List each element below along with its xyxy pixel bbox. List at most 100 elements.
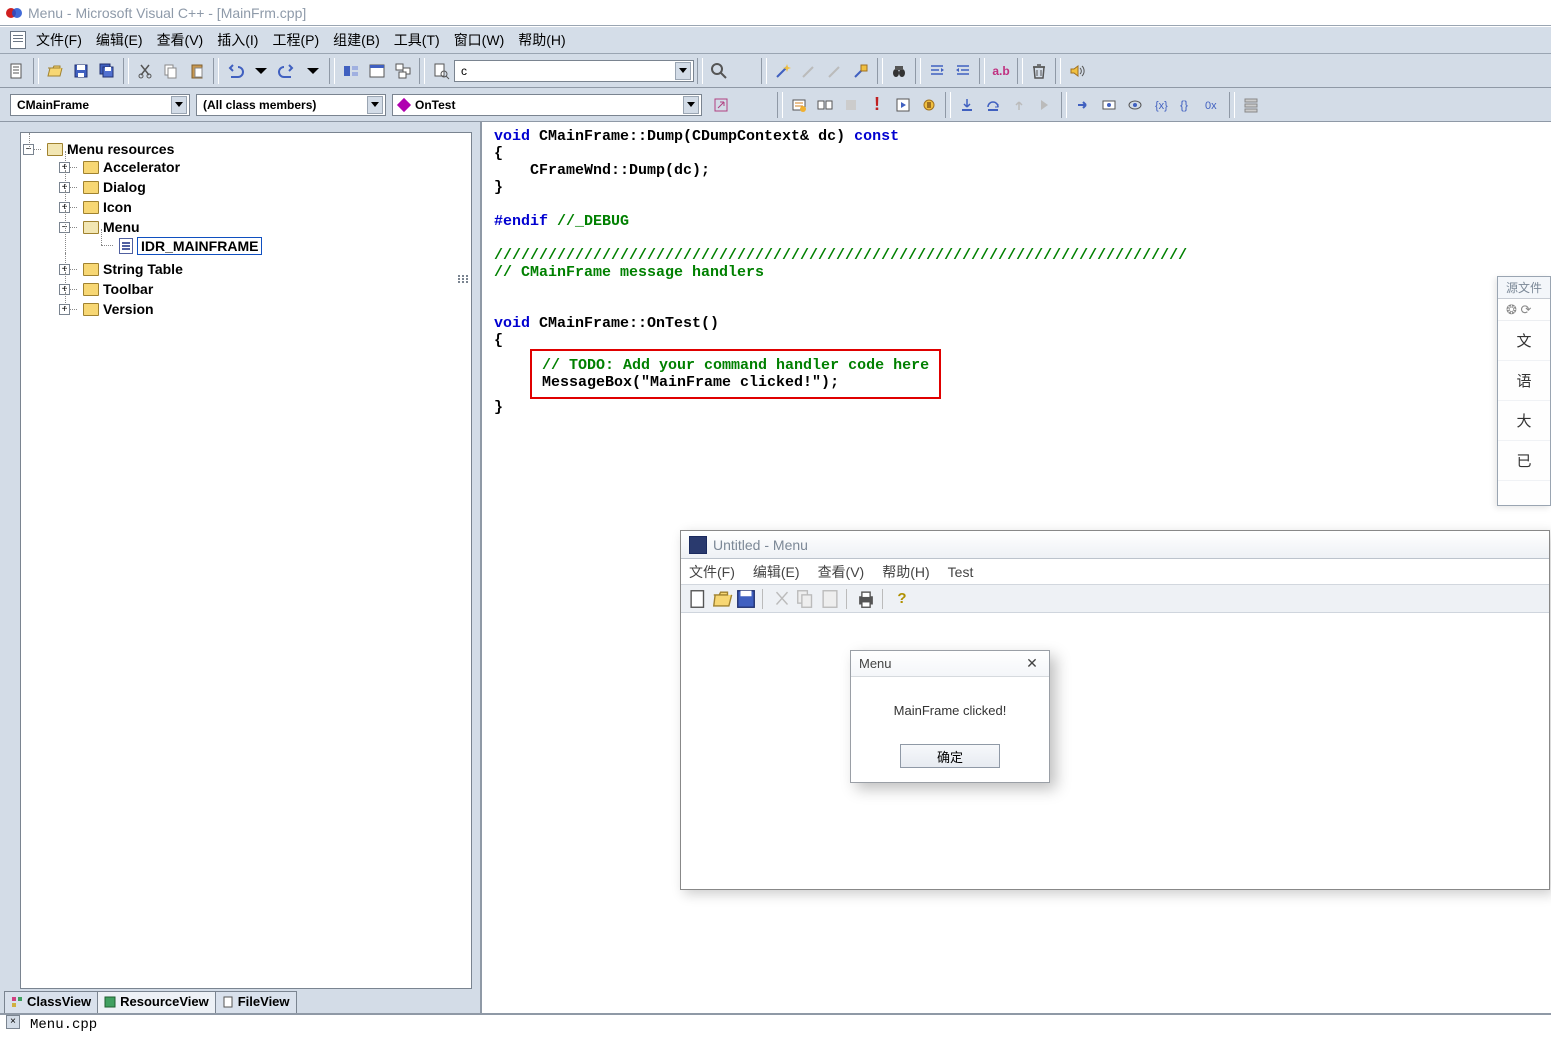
messagebox-ok-button[interactable]: 确定 bbox=[900, 744, 1000, 768]
side-panel-title: 源文件 bbox=[1498, 277, 1550, 299]
messagebox-close-icon[interactable]: ✕ bbox=[1023, 655, 1041, 673]
messagebox-titlebar[interactable]: Menu ✕ bbox=[851, 651, 1049, 677]
menu-file[interactable]: 文件(F) bbox=[36, 30, 82, 50]
step-over-icon[interactable] bbox=[981, 93, 1005, 117]
menu-insert[interactable]: 插入(I) bbox=[217, 30, 258, 50]
app-menu-file[interactable]: 文件(F) bbox=[689, 562, 735, 582]
function-combo[interactable]: OnTest bbox=[392, 94, 702, 116]
find-icon[interactable] bbox=[707, 59, 731, 83]
tree-version[interactable]: Version bbox=[103, 301, 154, 317]
open-icon[interactable] bbox=[43, 59, 67, 83]
undo-icon[interactable] bbox=[223, 59, 247, 83]
tab-fileview[interactable]: FileView bbox=[215, 991, 297, 1013]
app-new-icon[interactable] bbox=[687, 588, 709, 610]
memory-icon[interactable]: 0x bbox=[1201, 93, 1225, 117]
menu-tools[interactable]: 工具(T) bbox=[394, 30, 440, 50]
speaker-icon[interactable] bbox=[1065, 59, 1089, 83]
collapse-icon[interactable]: − bbox=[59, 222, 70, 233]
indent-more-icon[interactable] bbox=[951, 59, 975, 83]
side-row-1[interactable]: 文 bbox=[1498, 321, 1550, 361]
wand-stack-icon[interactable] bbox=[849, 59, 873, 83]
app-menu-edit[interactable]: 编辑(E) bbox=[753, 562, 800, 582]
dropdown-arrow-icon[interactable] bbox=[683, 96, 699, 114]
dropdown-arrow-icon[interactable] bbox=[675, 62, 691, 80]
tab-resourceview[interactable]: ResourceView bbox=[97, 991, 216, 1013]
tree-menu-item[interactable]: IDR_MAINFRAME bbox=[137, 237, 262, 255]
menu-view[interactable]: 查看(V) bbox=[157, 30, 204, 50]
app-save-icon[interactable] bbox=[735, 588, 757, 610]
arrow-right-icon[interactable] bbox=[1071, 93, 1095, 117]
registers-icon[interactable]: {} bbox=[1175, 93, 1199, 117]
tab-classview[interactable]: ClassView bbox=[4, 991, 98, 1013]
window-list-icon[interactable] bbox=[391, 59, 415, 83]
build-icon[interactable] bbox=[813, 93, 837, 117]
wand-icon[interactable] bbox=[771, 59, 795, 83]
dropdown-arrow-icon[interactable] bbox=[367, 96, 383, 114]
close-panel-icon[interactable]: × bbox=[6, 1015, 20, 1029]
function-value: OnTest bbox=[415, 98, 455, 112]
execute-icon[interactable]: ! bbox=[865, 93, 889, 117]
wand-disabled2-icon bbox=[823, 59, 847, 83]
trash-icon[interactable] bbox=[1027, 59, 1051, 83]
undo-dropdown-icon[interactable] bbox=[249, 59, 273, 83]
new-text-file-icon[interactable] bbox=[5, 59, 29, 83]
output-window-icon[interactable] bbox=[365, 59, 389, 83]
app-about-icon[interactable]: ? bbox=[891, 588, 913, 610]
expand-icon[interactable]: + bbox=[59, 304, 70, 315]
redo-icon[interactable] bbox=[275, 59, 299, 83]
find-combo[interactable]: c bbox=[454, 60, 694, 82]
tree-icon[interactable]: Icon bbox=[103, 199, 132, 215]
menu-edit[interactable]: 编辑(E) bbox=[96, 30, 143, 50]
save-all-icon[interactable] bbox=[95, 59, 119, 83]
side-panel[interactable]: 源文件 ❂ ⟳ 文 语 大 已 bbox=[1497, 276, 1551, 506]
step-into-icon[interactable] bbox=[955, 93, 979, 117]
app-open-icon[interactable] bbox=[711, 588, 733, 610]
workspace-icon[interactable] bbox=[339, 59, 363, 83]
cut-icon[interactable] bbox=[133, 59, 157, 83]
tree-root[interactable]: Menu resources bbox=[67, 141, 174, 157]
copy-icon[interactable] bbox=[159, 59, 183, 83]
app-titlebar[interactable]: Untitled - Menu bbox=[681, 531, 1549, 559]
workspace-tabs: ClassView ResourceView FileView bbox=[0, 989, 480, 1013]
menu-build[interactable]: 组建(B) bbox=[333, 30, 380, 50]
tree-toolbar[interactable]: Toolbar bbox=[103, 281, 153, 297]
collapse-icon[interactable]: − bbox=[23, 144, 34, 155]
members-combo[interactable]: (All class members) bbox=[196, 94, 386, 116]
quickwatch-icon[interactable] bbox=[1097, 93, 1121, 117]
indent-less-icon[interactable] bbox=[925, 59, 949, 83]
goto-icon[interactable] bbox=[709, 93, 733, 117]
tree-menu[interactable]: Menu bbox=[103, 219, 140, 235]
go-icon[interactable] bbox=[891, 93, 915, 117]
variables-icon[interactable]: {x} bbox=[1149, 93, 1173, 117]
dropdown-arrow-icon[interactable] bbox=[171, 96, 187, 114]
side-row-2[interactable]: 语 bbox=[1498, 361, 1550, 401]
class-combo[interactable]: CMainFrame bbox=[10, 94, 190, 116]
whitespace-icon[interactable]: a.b bbox=[989, 59, 1013, 83]
find-input[interactable]: c bbox=[461, 64, 467, 78]
app-menu-help[interactable]: 帮助(H) bbox=[882, 562, 929, 582]
binoculars-icon[interactable] bbox=[887, 59, 911, 83]
compile-icon[interactable] bbox=[787, 93, 811, 117]
tree-dialog[interactable]: Dialog bbox=[103, 179, 146, 195]
callstack-icon[interactable] bbox=[1239, 93, 1263, 117]
resource-tree[interactable]: − Menu resources +Accelerator +Dialog +I… bbox=[20, 132, 472, 989]
app-menu-test[interactable]: Test bbox=[948, 564, 974, 580]
side-row-4[interactable]: 已 bbox=[1498, 441, 1550, 481]
tree-accelerator[interactable]: Accelerator bbox=[103, 159, 180, 175]
menu-help[interactable]: 帮助(H) bbox=[518, 30, 565, 50]
save-icon[interactable] bbox=[69, 59, 93, 83]
paste-icon[interactable] bbox=[185, 59, 209, 83]
watch-icon[interactable] bbox=[1123, 93, 1147, 117]
side-panel-icons[interactable]: ❂ ⟳ bbox=[1498, 299, 1550, 321]
menu-project[interactable]: 工程(P) bbox=[272, 30, 319, 50]
folder-open-icon bbox=[83, 221, 99, 234]
menu-window[interactable]: 窗口(W) bbox=[454, 30, 505, 50]
break-icon[interactable] bbox=[917, 93, 941, 117]
tree-stringtable[interactable]: String Table bbox=[103, 261, 183, 277]
redo-dropdown-icon[interactable] bbox=[301, 59, 325, 83]
find-in-files-icon[interactable] bbox=[429, 59, 453, 83]
side-row-3[interactable]: 大 bbox=[1498, 401, 1550, 441]
app-print-icon[interactable] bbox=[855, 588, 877, 610]
app-menu-view[interactable]: 查看(V) bbox=[818, 562, 865, 582]
output-panel[interactable]: × Menu.cpp bbox=[0, 1013, 1551, 1053]
